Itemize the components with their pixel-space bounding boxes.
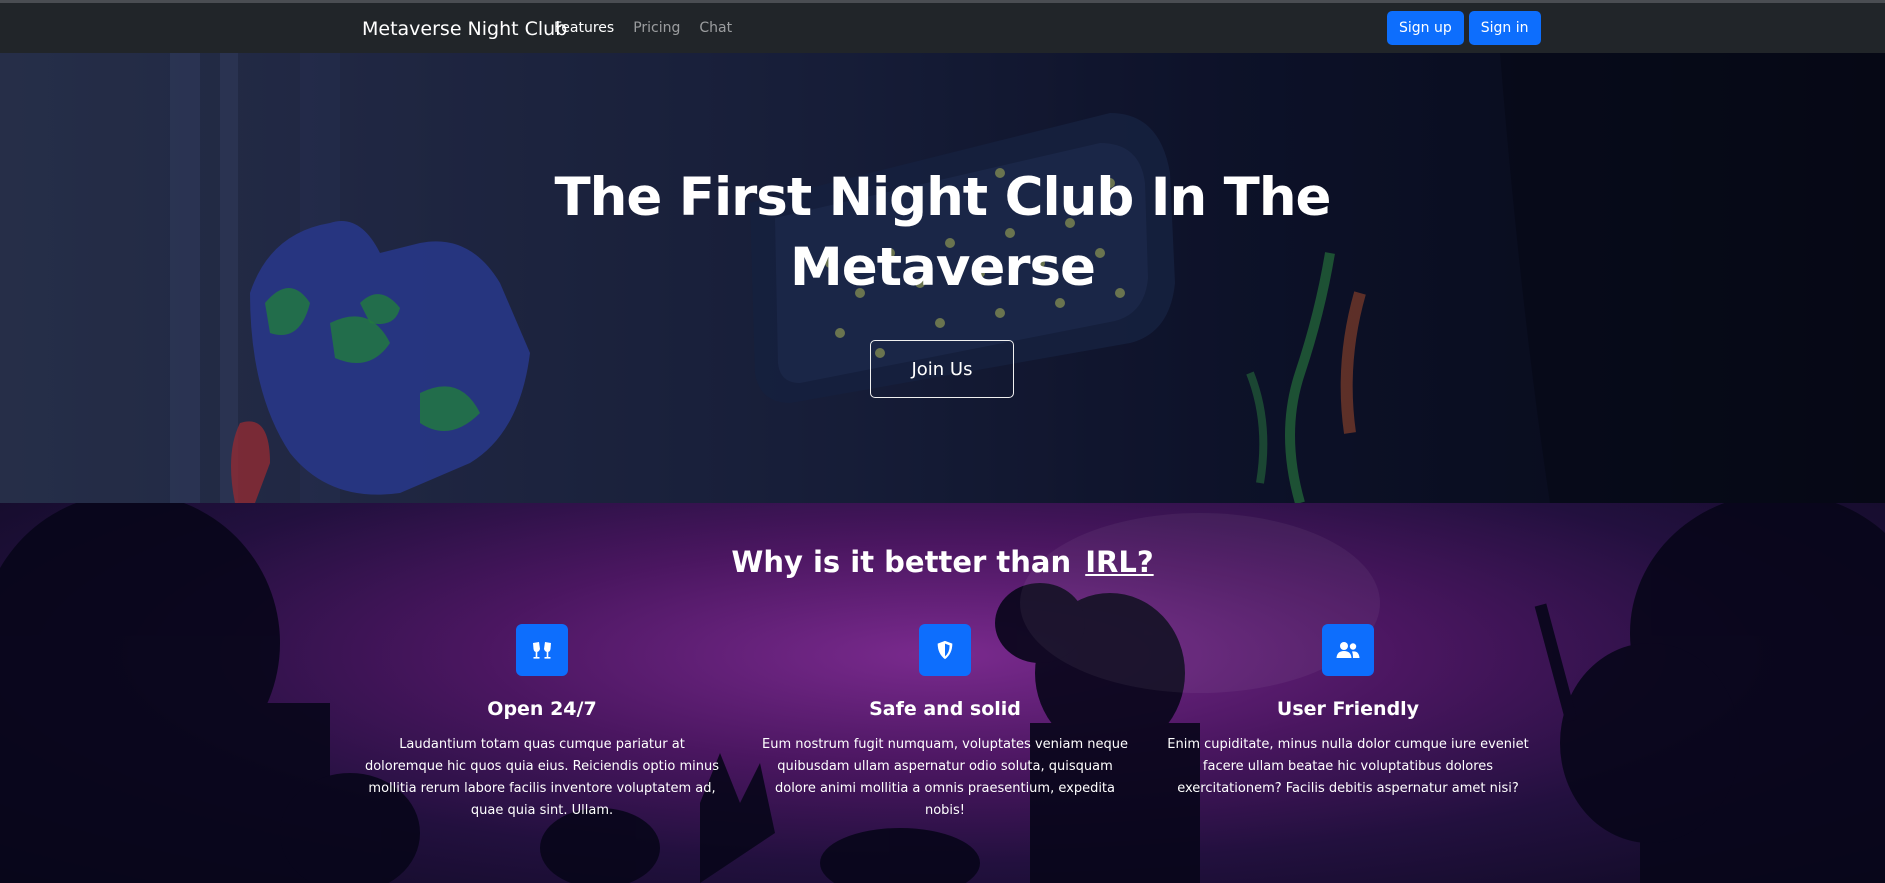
feature-card-open: Open 24/7 Laudantium totam quas cumque p…: [357, 624, 727, 822]
feature-title: Safe and solid: [869, 698, 1021, 720]
toast-glasses-icon: [516, 624, 568, 676]
feature-title: User Friendly: [1276, 698, 1420, 720]
features-section: Why is it better than IRL? Open 24/7 Lau…: [0, 503, 1885, 883]
join-us-button[interactable]: Join Us: [870, 340, 1014, 398]
brand-logo-text[interactable]: Metaverse Night Club: [362, 18, 567, 40]
navbar: Metaverse Night Club Features Pricing Ch…: [0, 3, 1885, 53]
nav-link-pricing[interactable]: Pricing: [633, 20, 680, 36]
nav-links: Features Pricing Chat: [554, 20, 732, 36]
shield-icon: [919, 624, 971, 676]
auth-buttons: Sign up Sign in: [1387, 11, 1541, 45]
sign-in-button[interactable]: Sign in: [1468, 11, 1541, 45]
nav-link-features[interactable]: Features: [554, 20, 614, 36]
feature-title: Open 24/7: [487, 698, 597, 720]
feature-card-safe: Safe and solid Eum nostrum fugit numquam…: [760, 624, 1130, 822]
features-heading: Why is it better than IRL?: [0, 545, 1885, 579]
feature-card-friendly: User Friendly Enim cupiditate, minus nul…: [1163, 624, 1533, 800]
hero-section: The First Night Club In The Metaverse Jo…: [0, 53, 1885, 503]
feature-text: Laudantium totam quas cumque pariatur at…: [364, 737, 720, 818]
nav-link-chat[interactable]: Chat: [699, 20, 732, 36]
users-icon: [1322, 624, 1374, 676]
feature-text: Enim cupiditate, minus nulla dolor cumqu…: [1167, 737, 1529, 796]
features-heading-prefix: Why is it better than: [731, 545, 1072, 579]
sign-up-button[interactable]: Sign up: [1387, 11, 1464, 45]
hero-title: The First Night Club In The Metaverse: [554, 167, 1331, 298]
feature-text: Eum nostrum fugit numquam, voluptates ve…: [762, 737, 1128, 818]
features-heading-emphasis: IRL?: [1085, 545, 1154, 579]
